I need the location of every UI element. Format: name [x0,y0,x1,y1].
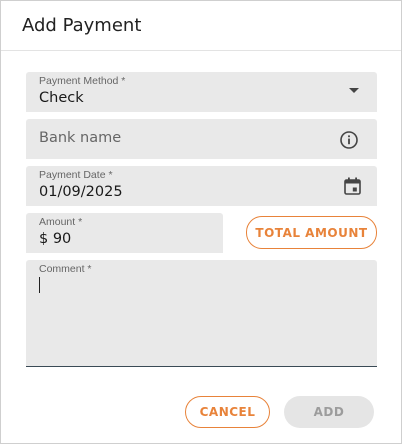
info-icon[interactable] [340,131,358,149]
comment-textarea[interactable]: Comment * [26,260,377,367]
payment-method-select[interactable]: Payment Method * Check [26,72,377,112]
comment-underline [26,366,377,367]
caret-down-icon[interactable] [349,88,359,94]
bank-name-placeholder: Bank name [39,130,122,146]
amount-label: Amount * [39,216,83,228]
amount-value: $ 90 [39,231,72,247]
dialog-title: Add Payment [22,15,142,36]
amount-field[interactable]: Amount * $ 90 [26,213,223,253]
payment-date-label: Payment Date * [39,169,113,181]
dialog-header: Add Payment [1,1,401,51]
add-payment-dialog: Add Payment Payment Method * Check Bank … [0,0,402,444]
cancel-button[interactable]: CANCEL [185,396,270,428]
total-amount-button[interactable]: TOTAL AMOUNT [246,216,377,249]
payment-date-field[interactable]: Payment Date * 01/09/2025 [26,166,377,206]
comment-label: Comment * [39,263,92,275]
calendar-icon[interactable] [344,177,361,195]
add-button[interactable]: ADD [284,396,374,428]
payment-method-label: Payment Method * [39,75,126,87]
text-cursor [39,277,40,293]
bank-name-field[interactable]: Bank name [26,119,377,159]
payment-date-value: 01/09/2025 [39,184,123,200]
payment-method-value: Check [39,90,84,106]
